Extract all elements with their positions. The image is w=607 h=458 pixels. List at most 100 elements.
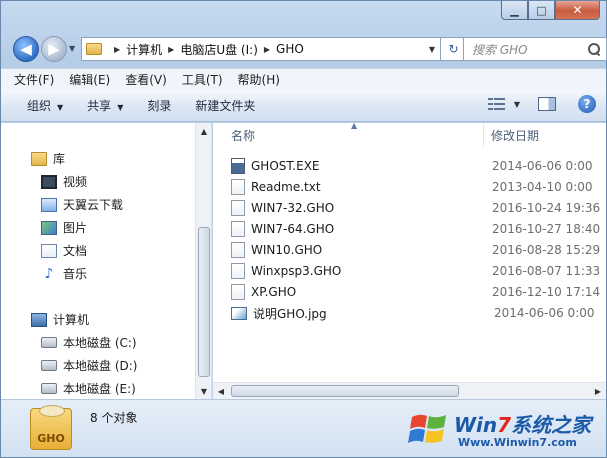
chevron-down-icon: ▼ [57, 103, 64, 112]
close-button[interactable]: ✕ [555, 1, 600, 20]
column-divider[interactable] [483, 123, 484, 147]
cloud-folder-icon [41, 197, 57, 212]
scroll-thumb[interactable] [198, 227, 210, 377]
menu-help[interactable]: 帮助(H) [238, 71, 280, 88]
nav-label: 音乐 [63, 267, 88, 281]
windows-logo-icon [408, 414, 446, 443]
nav-drive-c[interactable]: 本地磁盘 (C:) [41, 334, 137, 351]
menu-view[interactable]: 查看(V) [125, 71, 167, 88]
nav-pictures[interactable]: 图片 [41, 219, 87, 236]
address-dropdown[interactable]: ▼ [424, 38, 440, 60]
file-modified-date: 2016-08-07 11:33 [492, 264, 601, 278]
nav-label: 天翼云下载 [63, 198, 124, 212]
nav-label: 视频 [63, 175, 88, 189]
drive-icon [41, 360, 57, 371]
file-modified-date: 2013-04-10 0:00 [492, 180, 593, 194]
burn-button[interactable]: 刻录 [147, 97, 171, 114]
scroll-up-arrow[interactable]: ▲ [196, 123, 211, 139]
view-dropdown[interactable]: ▼ [514, 100, 520, 109]
back-button[interactable]: ◀ [13, 36, 39, 62]
file-row[interactable]: Winxpsp3.GHO 2016-08-07 11:33 [231, 261, 606, 281]
file-row[interactable]: 说明GHO.jpg 2014-06-06 0:00 [231, 303, 606, 323]
nav-label: 库 [53, 152, 66, 166]
music-icon: ♪ [44, 265, 54, 282]
documents-icon [41, 243, 57, 258]
forward-button[interactable]: ▶ [41, 36, 67, 62]
nav-videos[interactable]: 视频 [41, 173, 87, 190]
drive-icon [41, 337, 57, 348]
file-modified-date: 2016-12-10 17:14 [492, 285, 601, 299]
menu-file[interactable]: 文件(F) [14, 71, 54, 88]
nav-label: 计算机 [53, 313, 90, 327]
column-header-name[interactable]: 名称 [231, 123, 255, 147]
preview-pane-icon[interactable] [538, 97, 556, 111]
menu-edit[interactable]: 编辑(E) [69, 71, 110, 88]
chevron-down-icon: ▼ [117, 103, 124, 112]
search-placeholder: 搜索 GHO [472, 42, 528, 57]
file-row[interactable]: WIN10.GHO 2016-08-28 15:29 [231, 240, 606, 260]
gho-icon-label: GHO [37, 432, 65, 445]
search-icon[interactable] [588, 43, 600, 55]
explorer-window: ▁ □ ✕ ◀ ▶ ▼ ▶ 计算机 ▶ 电脑店U盘 (I:) ▶ GHO ▼ ↻… [0, 0, 607, 458]
breadcrumb-computer[interactable]: 计算机 [126, 41, 162, 58]
gho-file-icon [231, 263, 245, 279]
image-file-icon [231, 306, 247, 320]
gho-file-icon [231, 284, 245, 300]
breadcrumb-drive[interactable]: 电脑店U盘 (I:) [180, 41, 258, 58]
file-name: WIN7-32.GHO [251, 201, 335, 215]
nav-label: 图片 [63, 221, 88, 235]
computer-icon [31, 312, 47, 327]
scroll-down-arrow[interactable]: ▼ [196, 383, 211, 399]
nav-drive-e[interactable]: 本地磁盘 (E:) [41, 380, 136, 397]
column-header-modified[interactable]: 修改日期 [491, 123, 539, 147]
nav-music[interactable]: ♪ 音乐 [41, 265, 87, 282]
address-bar[interactable]: ▶ 计算机 ▶ 电脑店U盘 (I:) ▶ GHO ▼ [81, 37, 441, 61]
nav-documents[interactable]: 文档 [41, 242, 87, 259]
nav-label: 本地磁盘 (C:) [63, 336, 137, 350]
minimize-button[interactable]: ▁ [501, 1, 528, 20]
help-icon[interactable]: ? [578, 95, 596, 113]
maximize-button[interactable]: □ [528, 1, 555, 20]
menu-bar: 文件(F) 编辑(E) 查看(V) 工具(T) 帮助(H) [1, 68, 606, 90]
menu-tools[interactable]: 工具(T) [182, 71, 223, 88]
new-folder-button[interactable]: 新建文件夹 [195, 97, 255, 114]
nav-label: 本地磁盘 (D:) [63, 359, 138, 373]
watermark-brand: Win7系统之家 [454, 413, 592, 437]
chevron-right-icon[interactable]: ▶ [264, 45, 270, 54]
recent-pages-dropdown[interactable]: ▼ [69, 44, 75, 53]
chevron-right-icon[interactable]: ▶ [168, 45, 174, 54]
organize-button[interactable]: 组织 ▼ [27, 97, 63, 114]
file-row[interactable]: WIN7-64.GHO 2016-10-27 18:40 [231, 219, 606, 239]
navigation-pane: 库 视频 天翼云下载 图片 文档 ♪ 音乐 计算机 本地磁盘 (C:) 本地磁盘… [1, 123, 212, 399]
scroll-right-arrow[interactable]: ▶ [590, 383, 606, 399]
chevron-right-icon[interactable]: ▶ [114, 45, 120, 54]
nav-computer[interactable]: 计算机 [31, 311, 89, 328]
file-row[interactable]: XP.GHO 2016-12-10 17:14 [231, 282, 606, 302]
gho-folder-icon: GHO [30, 405, 72, 450]
scroll-left-arrow[interactable]: ◀ [213, 383, 229, 399]
command-bar: 组织 ▼ 共享 ▼ 刻录 新建文件夹 ▼ ? [1, 90, 606, 122]
file-name: GHOST.EXE [251, 159, 320, 173]
library-icon [31, 151, 47, 166]
file-row[interactable]: Readme.txt 2013-04-10 0:00 [231, 177, 606, 197]
file-row[interactable]: GHOST.EXE 2014-06-06 0:00 [231, 156, 606, 176]
view-options-icon[interactable] [487, 97, 506, 111]
file-row[interactable]: WIN7-32.GHO 2016-10-24 19:36 [231, 198, 606, 218]
file-modified-date: 2016-08-28 15:29 [492, 243, 601, 257]
share-button[interactable]: 共享 ▼ [87, 97, 123, 114]
view-controls: ▼ ? [487, 95, 596, 113]
breadcrumb-folder[interactable]: GHO [276, 42, 304, 56]
nav-drive-d[interactable]: 本地磁盘 (D:) [41, 357, 137, 374]
search-input[interactable]: 搜索 GHO [463, 37, 607, 61]
text-file-icon [231, 179, 245, 195]
nav-libraries[interactable]: 库 [31, 150, 65, 167]
nav-label: 本地磁盘 (E:) [63, 382, 136, 396]
nav-vertical-scrollbar[interactable]: ▲ ▼ [195, 123, 211, 399]
nav-cloud-downloads[interactable]: 天翼云下载 [41, 196, 123, 213]
horizontal-scrollbar[interactable]: ◀ ▶ [213, 382, 606, 399]
file-list-pane: ▲ 名称 修改日期 GHOST.EXE 2014-06-06 0:00 Readme… [213, 123, 606, 399]
watermark: Win7系统之家 Www.Winwin7.com [406, 405, 602, 455]
object-count: 8 个对象 [90, 411, 138, 425]
scroll-thumb[interactable] [231, 385, 459, 397]
gho-file-icon [231, 200, 245, 216]
